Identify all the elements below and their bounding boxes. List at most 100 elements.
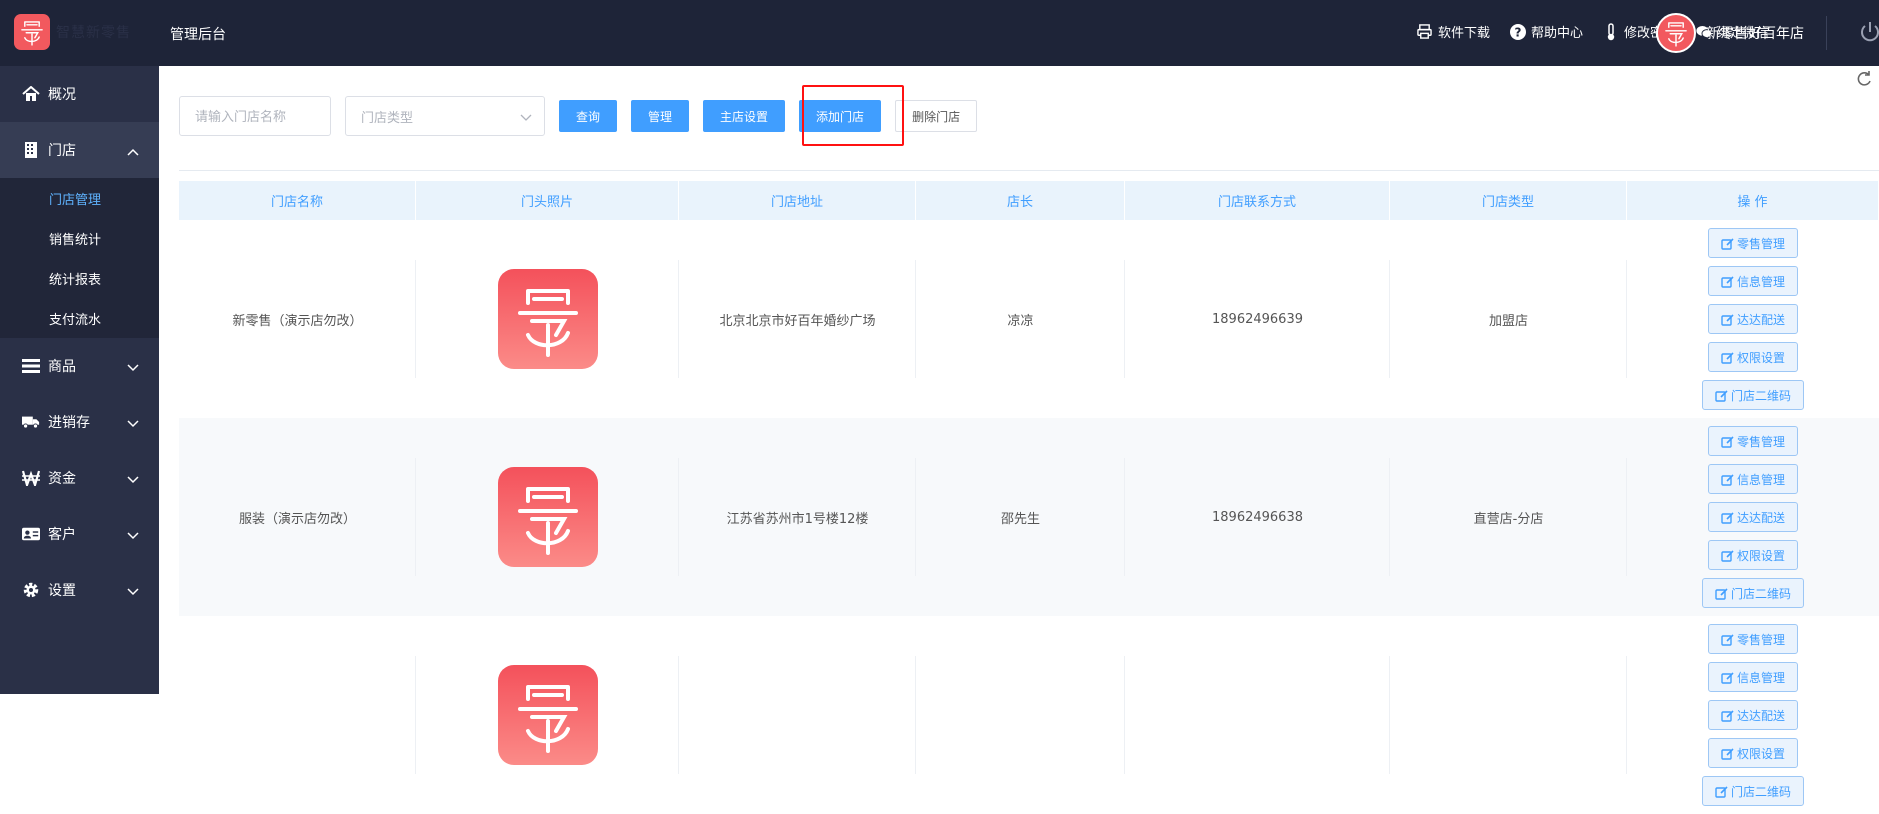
delete-store-button[interactable]: 删除门店 xyxy=(895,100,978,132)
sidebar-item-products[interactable]: 商品 xyxy=(0,338,159,394)
sidebar-subitem-reports[interactable]: 统计报表 xyxy=(0,258,159,298)
store-phone: 18962496639 xyxy=(1212,311,1303,327)
edit-icon xyxy=(1721,435,1734,448)
row-op-label: 权限设置 xyxy=(1736,350,1785,365)
store-name: 服装（演示店勿改） xyxy=(238,511,356,527)
row-op-button[interactable]: 门店二维码 xyxy=(1701,578,1804,608)
table-cell xyxy=(679,616,916,814)
row-op-button[interactable]: 零售管理 xyxy=(1707,228,1798,258)
store-manager: 邵先生 xyxy=(1000,511,1040,527)
table-row: 零售管理信息管理达达配送权限设置门店二维码 xyxy=(179,616,1879,814)
store-name-search-input[interactable] xyxy=(179,96,331,136)
store-address: 江苏省苏州市1号楼12楼 xyxy=(726,511,869,527)
photo-cell xyxy=(416,418,679,616)
edit-icon xyxy=(1721,633,1734,646)
chevron-down-icon xyxy=(127,472,139,488)
help-center-link[interactable]: ? 帮助中心 xyxy=(1509,22,1583,41)
row-op-button[interactable]: 门店二维码 xyxy=(1701,776,1804,806)
chevron-down-icon xyxy=(127,528,139,544)
row-op-button[interactable]: 零售管理 xyxy=(1707,426,1798,456)
refresh-icon[interactable] xyxy=(1855,70,1873,92)
row-op-button[interactable]: 权限设置 xyxy=(1707,738,1798,768)
edit-icon xyxy=(1715,785,1728,798)
power-icon[interactable] xyxy=(1858,20,1879,48)
table-cell xyxy=(1390,616,1627,814)
operations-cell: 零售管理信息管理达达配送权限设置门店二维码 xyxy=(1627,616,1879,814)
id-card-icon xyxy=(22,525,40,543)
store-name: 新零售（演示店勿改） xyxy=(232,313,363,329)
storefront-photo xyxy=(497,665,598,765)
column-header: 门店联系方式 xyxy=(1125,181,1390,220)
store-type-placeholder: 门店类型 xyxy=(361,110,414,126)
sidebar-item-customers[interactable]: 客户 xyxy=(0,506,159,562)
row-op-label: 达达配送 xyxy=(1736,708,1785,723)
storefront-photo xyxy=(497,269,598,369)
store-manager: 凉凉 xyxy=(1007,313,1034,329)
row-op-button[interactable]: 权限设置 xyxy=(1707,342,1798,372)
sidebar-item-overview[interactable]: 概况 xyxy=(0,66,159,122)
thermometer-icon xyxy=(1603,22,1619,40)
operations-group: 零售管理信息管理达达配送权限设置门店二维码 xyxy=(1627,224,1879,414)
sidebar-item-inventory[interactable]: 进销存 xyxy=(0,394,159,450)
store-type: 直营店-分店 xyxy=(1473,511,1544,527)
row-op-label: 信息管理 xyxy=(1736,670,1785,685)
sidebar-item-store[interactable]: 门店 xyxy=(0,122,159,178)
edit-icon xyxy=(1721,313,1734,326)
sidebar-item-label: 客户 xyxy=(48,527,76,543)
sidebar-item-settings[interactable]: 设置 xyxy=(0,562,159,618)
row-op-button[interactable]: 信息管理 xyxy=(1707,662,1798,692)
sidebar-item-label: 概况 xyxy=(48,87,76,103)
sidebar-item-label: 进销存 xyxy=(48,415,90,431)
row-op-button[interactable]: 信息管理 xyxy=(1707,464,1798,494)
column-header: 门店名称 xyxy=(179,181,416,220)
sidebar: 概况 门店 门店管理 销售统计 统计报表 支付流水 商品 进销存 资金 客户 设… xyxy=(0,66,159,694)
sidebar-subitem-store-management[interactable]: 门店管理 xyxy=(0,178,159,218)
table-cell: 18962496639 xyxy=(1125,220,1390,418)
building-icon xyxy=(22,141,40,159)
user-name: 新零售好百年店 xyxy=(1706,26,1804,42)
row-op-button[interactable]: 达达配送 xyxy=(1707,700,1798,730)
row-op-button[interactable]: 零售管理 xyxy=(1707,624,1798,654)
software-download-link[interactable]: 软件下载 xyxy=(1417,22,1490,41)
sidebar-subitem-payment-flow[interactable]: 支付流水 xyxy=(0,298,159,338)
sidebar-item-funds[interactable]: 资金 xyxy=(0,450,159,506)
row-op-button[interactable]: 门店二维码 xyxy=(1701,380,1804,410)
operations-cell: 零售管理信息管理达达配送权限设置门店二维码 xyxy=(1627,220,1879,418)
table-cell: 新零售（演示店勿改） xyxy=(179,220,416,418)
brand-logo[interactable]: 智慧新零售 xyxy=(14,14,131,50)
logo-mark-icon xyxy=(14,14,50,50)
main-store-settings-button[interactable]: 主店设置 xyxy=(703,100,786,132)
row-op-label: 零售管理 xyxy=(1736,236,1785,251)
table-cell: 北京北京市好百年婚纱广场 xyxy=(679,220,916,418)
row-op-label: 零售管理 xyxy=(1736,632,1785,647)
logo-text: 智慧新零售 xyxy=(56,25,131,41)
row-op-button[interactable]: 达达配送 xyxy=(1707,304,1798,334)
main-content: 门店类型 查询 管理 主店设置 添加门店 删除门店 门店名称 门头照片 门店地址… xyxy=(159,66,1879,806)
column-header: 操 作 xyxy=(1627,181,1879,220)
home-icon xyxy=(22,85,40,103)
store-type-select[interactable]: 门店类型 xyxy=(345,96,545,136)
store-submenu: 门店管理 销售统计 统计报表 支付流水 xyxy=(0,178,159,338)
row-op-button[interactable]: 达达配送 xyxy=(1707,502,1798,532)
edit-icon xyxy=(1721,473,1734,486)
edit-icon xyxy=(1721,671,1734,684)
row-op-button[interactable]: 权限设置 xyxy=(1707,540,1798,570)
user-menu[interactable]: 新零售好百年店 xyxy=(1656,13,1804,53)
table-cell xyxy=(179,616,416,814)
store-address: 北京北京市好百年婚纱广场 xyxy=(719,313,876,329)
manage-button[interactable]: 管理 xyxy=(631,100,690,132)
add-store-button[interactable]: 添加门店 xyxy=(799,100,882,132)
storefront-photo xyxy=(497,467,598,567)
operations-group: 零售管理信息管理达达配送权限设置门店二维码 xyxy=(1627,422,1879,612)
column-header: 店长 xyxy=(916,181,1125,220)
chevron-down-icon xyxy=(127,584,139,600)
row-op-label: 权限设置 xyxy=(1736,746,1785,761)
edit-icon xyxy=(1721,237,1734,250)
sidebar-subitem-sales-stats[interactable]: 销售统计 xyxy=(0,218,159,258)
edit-icon xyxy=(1721,275,1734,288)
software-download-label: 软件下载 xyxy=(1437,26,1490,41)
column-header: 门头照片 xyxy=(416,181,679,220)
row-op-button[interactable]: 信息管理 xyxy=(1707,266,1798,296)
query-button[interactable]: 查询 xyxy=(559,100,618,132)
table-cell: 加盟店 xyxy=(1390,220,1627,418)
